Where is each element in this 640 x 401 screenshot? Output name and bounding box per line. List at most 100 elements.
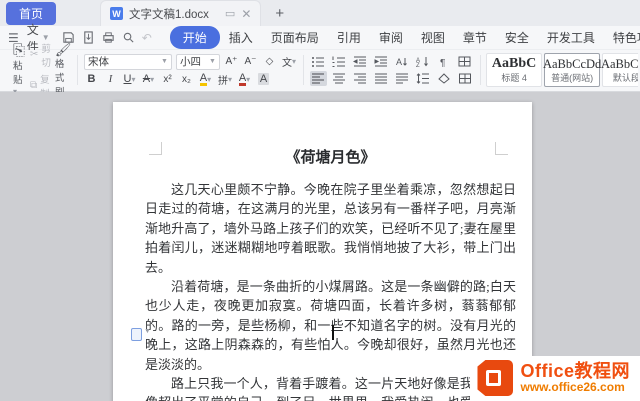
highlight-color-button[interactable]: A ▾ <box>198 72 213 87</box>
align-right-button[interactable] <box>352 71 369 86</box>
print-icon[interactable] <box>102 31 115 44</box>
document-tab-label: 文字文稿1.docx <box>129 8 209 21</box>
print-preview-icon[interactable] <box>122 31 135 44</box>
style-sample: AaBbC <box>491 55 537 71</box>
text-effects-label: 文 <box>281 58 292 69</box>
chevron-down-icon: ▾ <box>150 74 155 84</box>
paragraph-2[interactable]: 沿着荷塘，是一条曲折的小煤屑路。这是一条幽僻的路;白天也少人走，夜晚更加寂寞。荷… <box>145 277 516 374</box>
underline-label: U <box>123 73 132 85</box>
style-sample: AaBbCcDd <box>542 56 602 71</box>
svg-text:¶: ¶ <box>440 58 445 67</box>
font-name-value: 宋体 <box>87 56 109 68</box>
format-painter-button[interactable]: 🖌 格式刷 <box>55 43 72 98</box>
tab-page-layout[interactable]: 页面布局 <box>262 26 328 49</box>
align-left-button[interactable] <box>309 71 327 86</box>
superscript-button[interactable]: x² <box>160 72 175 87</box>
tab-section[interactable]: 章节 <box>454 26 496 49</box>
line-spacing-button[interactable] <box>415 71 432 86</box>
paragraph-group: A AZ ¶ <box>306 52 478 88</box>
distribute-button[interactable] <box>394 71 411 86</box>
group-divider <box>303 55 304 85</box>
borders-button[interactable] <box>457 71 474 86</box>
svg-text:A: A <box>396 57 402 67</box>
highlight-label: A <box>199 71 208 86</box>
chevron-down-icon: ▾ <box>131 74 136 84</box>
decrease-font-button[interactable]: A⁻ <box>243 54 258 69</box>
clipboard-group: ⎘ 粘贴▾ ✂剪切 ⧉复制 🖌 格式刷 <box>4 43 75 100</box>
style-normal-web[interactable]: AaBbCcDd 普通(网站) <box>542 53 602 87</box>
text-direction-button[interactable]: A <box>394 54 411 69</box>
export-pdf-icon[interactable] <box>82 31 95 44</box>
page-icon <box>131 328 142 341</box>
brush-icon: 🖌 <box>54 41 72 57</box>
shading-button[interactable] <box>436 71 453 86</box>
margin-corner-mark <box>495 142 508 155</box>
paste-label: 粘贴 <box>13 60 23 86</box>
group-divider <box>77 55 78 85</box>
paste-icon: ⎘ <box>13 41 26 59</box>
tab-close-icon[interactable]: ✕ <box>241 7 251 21</box>
text-tools-button[interactable] <box>457 54 474 69</box>
chevron-down-icon: ▾ <box>246 74 251 84</box>
chevron-down-icon: ▾ <box>291 57 296 66</box>
paragraph-1[interactable]: 这几天心里颇不宁静。今晚在院子里坐着乘凉，忽然想起日日走过的荷塘，在这满月的光里… <box>145 180 516 277</box>
increase-font-button[interactable]: A⁺ <box>224 54 239 69</box>
tab-security[interactable]: 安全 <box>496 26 538 49</box>
decrease-indent-button[interactable] <box>352 54 369 69</box>
underline-button[interactable]: U ▾ <box>122 72 137 87</box>
tab-references[interactable]: 引用 <box>328 26 370 49</box>
chevron-down-icon: ▼ <box>209 58 216 65</box>
italic-button[interactable]: I <box>103 72 118 87</box>
wps-writer-doc-icon: W <box>110 7 124 20</box>
phonetic-guide-button[interactable]: 拼 ▾ <box>217 72 233 87</box>
copy-icon: ⧉ <box>30 80 38 91</box>
style-heading4[interactable]: AaBbC 标题 4 <box>486 53 543 87</box>
new-tab-button[interactable]: + <box>275 5 284 22</box>
tab-home[interactable]: 开始 <box>169 26 220 49</box>
watermark-title: Office教程网 <box>520 361 630 382</box>
svg-text:Z: Z <box>416 63 420 67</box>
font-name-select[interactable]: 宋体 ▼ <box>83 53 172 70</box>
cut-button[interactable]: ✂ 剪切 <box>30 41 51 69</box>
document-page[interactable]: 《荷塘月色》 这几天心里颇不宁静。今晚在院子里坐着乘凉，忽然想起日日走过的荷塘，… <box>113 102 532 401</box>
font-color-label: A <box>238 71 247 86</box>
tab-special-features[interactable]: 特色功能 <box>604 26 640 49</box>
menu-bar: ☰ 文件 ▼ ↶ 开始 插入 页面布局 引用 审阅 视图 章节 安全 开发工具 … <box>0 23 640 54</box>
numbered-list-button[interactable] <box>331 54 348 69</box>
style-default-para[interactable]: AaBbCcDd 默认段... <box>600 53 639 87</box>
paste-options-widget[interactable]: ▼ <box>131 328 151 341</box>
paste-button[interactable]: ⎘ 粘贴▾ <box>8 41 30 97</box>
tab-insert[interactable]: 插入 <box>220 26 262 49</box>
font-size-value: 小四 <box>179 56 201 68</box>
subscript-button[interactable]: x₂ <box>179 72 194 87</box>
phonetic-label: 拼 <box>217 75 228 87</box>
bold-button[interactable]: B <box>84 72 99 87</box>
undo-icon[interactable]: ↶ <box>142 31 152 45</box>
chevron-down-icon: ▾ <box>227 74 232 84</box>
align-center-button[interactable] <box>331 71 348 86</box>
show-marks-button[interactable]: ¶ <box>436 54 453 69</box>
tab-developer[interactable]: 开发工具 <box>538 26 604 49</box>
chevron-down-icon: ▾ <box>207 74 212 84</box>
font-color-button[interactable]: A ▾ <box>237 72 252 87</box>
char-shading-button[interactable]: A <box>256 72 271 87</box>
clear-format-button[interactable]: ◇ <box>262 54 277 69</box>
style-sample: AaBbCcDd <box>600 56 639 71</box>
text-effects-button[interactable]: 文 ▾ <box>281 54 297 69</box>
increase-indent-button[interactable] <box>373 54 390 69</box>
group-divider <box>479 55 481 85</box>
tab-review[interactable]: 审阅 <box>370 26 412 49</box>
paragraph-3[interactable]: 路上只我一个人，背着手踱着。这一片天地好像是我的;我也像超出了平常的自己，到了另… <box>145 374 516 401</box>
font-size-select[interactable]: 小四 ▼ <box>175 53 220 70</box>
strikethrough-button[interactable]: A ▾ <box>141 72 156 87</box>
quick-access-toolbar: ↶ <box>62 31 152 45</box>
bullet-list-button[interactable] <box>310 54 327 69</box>
document-canvas: 《荷塘月色》 这几天心里颇不宁静。今晚在院子里坐着乘凉，忽然想起日日走过的荷塘，… <box>0 92 640 401</box>
sort-button[interactable]: AZ <box>415 54 432 69</box>
office-logo <box>477 360 514 396</box>
justify-button[interactable] <box>373 71 390 86</box>
tab-view[interactable]: 视图 <box>412 26 454 49</box>
document-title[interactable]: 《荷塘月色》 <box>145 146 516 167</box>
tab-pin-icon[interactable]: ▭ <box>225 7 235 20</box>
styles-gallery: AaBbC 标题 4 AaBbCcDd 普通(网站) AaBbCcDd 默认段.… <box>482 52 639 88</box>
